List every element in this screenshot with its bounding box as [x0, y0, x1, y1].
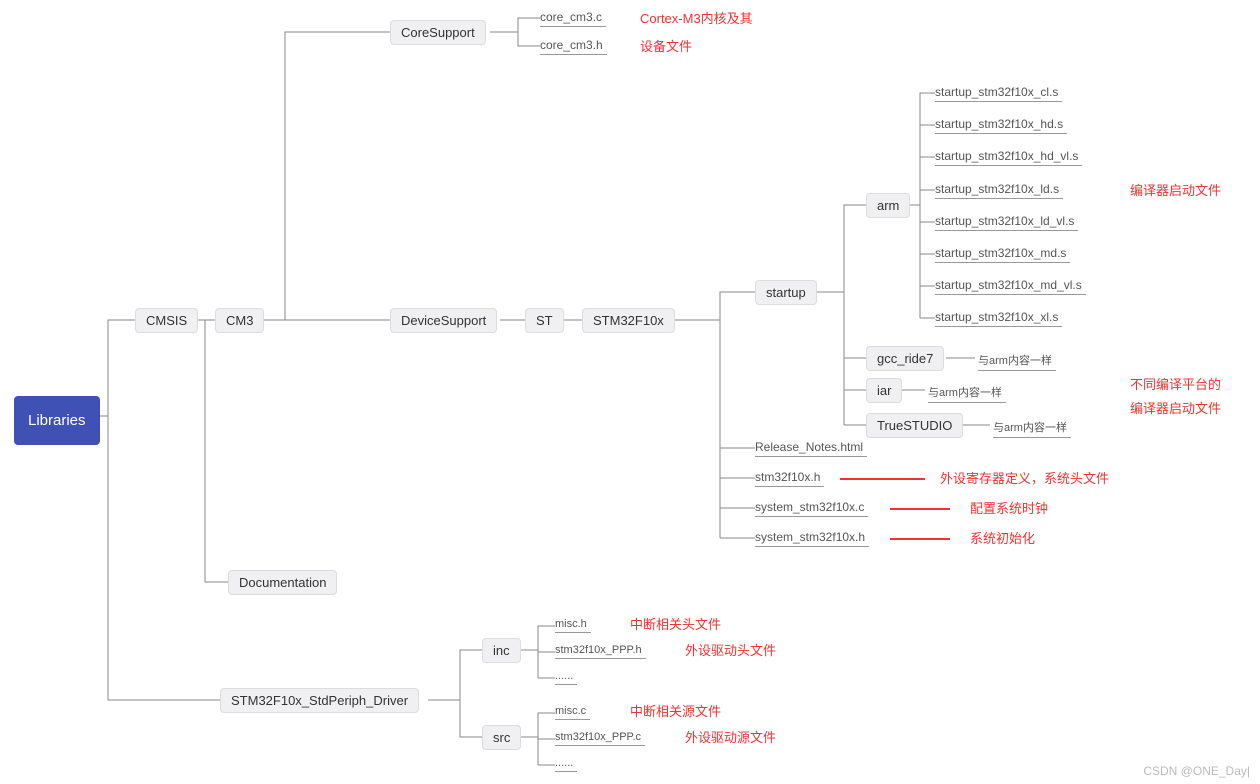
node-st[interactable]: ST: [525, 308, 564, 333]
leaf-inc-misc: misc.h: [555, 616, 591, 633]
red-connector: [890, 508, 950, 510]
node-label: CMSIS: [146, 313, 187, 328]
node-src[interactable]: src: [482, 725, 521, 750]
ann-inc-misc: 中断相关头文件: [630, 614, 721, 633]
ann-compiler-startup: 编译器启动文件: [1130, 180, 1221, 199]
node-label: CM3: [226, 313, 253, 328]
leaf-arm-0: startup_stm32f10x_cl.s: [935, 83, 1062, 102]
node-label: Documentation: [239, 575, 326, 590]
red-connector: [890, 538, 950, 540]
node-documentation[interactable]: Documentation: [228, 570, 337, 595]
node-stdperiph[interactable]: STM32F10x_StdPeriph_Driver: [220, 688, 419, 713]
connector-lines: [0, 0, 1260, 784]
node-stm32f10x[interactable]: STM32F10x: [582, 308, 675, 333]
leaf-iar-same: 与arm内容一样: [928, 382, 1006, 403]
node-label: ST: [536, 313, 553, 328]
node-label: inc: [493, 643, 510, 658]
node-label: startup: [766, 285, 806, 300]
ann-sysclock: 配置系统时钟: [970, 498, 1048, 517]
ann-diff2: 编译器启动文件: [1130, 398, 1221, 417]
ann-inc-ppp: 外设驱动头文件: [685, 640, 776, 659]
leaf-arm-2: startup_stm32f10x_hd_vl.s: [935, 147, 1082, 166]
leaf-arm-3: startup_stm32f10x_ld.s: [935, 180, 1063, 199]
ann-src-misc: 中断相关源文件: [630, 701, 721, 720]
leaf-arm-7: startup_stm32f10x_xl.s: [935, 308, 1062, 327]
ann-core2: 设备文件: [640, 36, 692, 55]
node-label: CoreSupport: [401, 25, 475, 40]
node-label: STM32F10x_StdPeriph_Driver: [231, 693, 408, 708]
node-label: Libraries: [28, 412, 86, 429]
leaf-stm32h: stm32f10x.h: [755, 468, 824, 487]
node-label: src: [493, 730, 510, 745]
ann-core1: Cortex-M3内核及其: [640, 8, 753, 27]
ann-sysinit: 系统初始化: [970, 528, 1035, 547]
node-arm[interactable]: arm: [866, 193, 910, 218]
leaf-arm-5: startup_stm32f10x_md.s: [935, 244, 1070, 263]
leaf-ts-same: 与arm内容一样: [993, 417, 1071, 438]
node-iar[interactable]: iar: [866, 378, 902, 403]
node-cmsis[interactable]: CMSIS: [135, 308, 198, 333]
node-truestudio[interactable]: TrueSTUDIO: [866, 413, 963, 438]
node-label: STM32F10x: [593, 313, 664, 328]
node-label: TrueSTUDIO: [877, 418, 952, 433]
node-label: iar: [877, 383, 891, 398]
leaf-sysh: system_stm32f10x.h: [755, 528, 869, 547]
leaf-inc-dots: ......: [555, 668, 577, 685]
leaf-src-ppp: stm32f10x_PPP.c: [555, 729, 645, 746]
ann-regdef: 外设寄存器定义，系统头文件: [940, 468, 1109, 487]
red-connector: [840, 478, 925, 480]
node-inc[interactable]: inc: [482, 638, 521, 663]
ann-diff1: 不同编译平台的: [1130, 374, 1221, 393]
node-label: arm: [877, 198, 899, 213]
leaf-arm-6: startup_stm32f10x_md_vl.s: [935, 276, 1086, 295]
leaf-arm-4: startup_stm32f10x_ld_vl.s: [935, 212, 1078, 231]
leaf-core-c: core_cm3.c: [540, 8, 606, 27]
node-cm3[interactable]: CM3: [215, 308, 264, 333]
node-coresupport[interactable]: CoreSupport: [390, 20, 486, 45]
leaf-inc-ppp: stm32f10x_PPP.h: [555, 642, 646, 659]
node-label: gcc_ride7: [877, 351, 933, 366]
leaf-gcc-same: 与arm内容一样: [978, 350, 1056, 371]
ann-src-ppp: 外设驱动源文件: [685, 727, 776, 746]
node-gcc[interactable]: gcc_ride7: [866, 346, 944, 371]
node-startup[interactable]: startup: [755, 280, 817, 305]
node-devicesupport[interactable]: DeviceSupport: [390, 308, 497, 333]
leaf-sysc: system_stm32f10x.c: [755, 498, 868, 517]
leaf-src-dots: ......: [555, 755, 577, 772]
leaf-core-h: core_cm3.h: [540, 36, 607, 55]
node-label: DeviceSupport: [401, 313, 486, 328]
leaf-arm-1: startup_stm32f10x_hd.s: [935, 115, 1067, 134]
node-libraries[interactable]: Libraries: [14, 396, 100, 445]
watermark: CSDN @ONE_Day|: [1143, 764, 1250, 778]
leaf-release: Release_Notes.html: [755, 438, 867, 457]
leaf-src-misc: misc.c: [555, 703, 590, 720]
